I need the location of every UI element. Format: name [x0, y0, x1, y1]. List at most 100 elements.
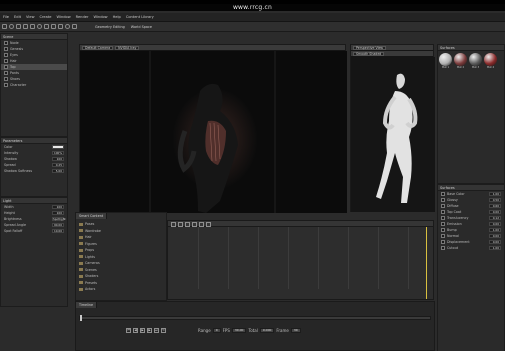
surface-properties-panel: Surfaces Base Color 1.00 Glossy 0.50 Diffuse…	[437, 184, 505, 351]
step-forward-icon[interactable]: ▶	[147, 328, 152, 333]
parameter-value[interactable]: 5.00	[52, 169, 64, 173]
expand-icon[interactable]	[441, 222, 445, 226]
material-swatch[interactable]: Mat 4	[484, 53, 497, 69]
fps-field[interactable]: 30.00	[231, 328, 247, 333]
range-field[interactable]: 0	[212, 328, 221, 333]
geometry-editing-label[interactable]: Geometry Editing	[93, 25, 127, 29]
surface-property-value[interactable]: 0.50	[489, 198, 501, 202]
surface-property-value[interactable]: 1.00	[489, 192, 501, 196]
total-field[interactable]: 0.000	[259, 328, 275, 333]
visibility-icon[interactable]	[4, 71, 8, 75]
material-swatch[interactable]: Mat 3	[469, 53, 482, 69]
frame-field[interactable]: 30	[290, 328, 301, 333]
surface-property-value[interactable]: 0.00	[489, 240, 501, 244]
menu-item[interactable]: File	[3, 15, 9, 19]
smart-content-tab[interactable]: Smart Content	[76, 213, 108, 219]
iray-tool-icon[interactable]	[58, 24, 63, 29]
draw-mode-select[interactable]: NVIDIA Iray	[115, 45, 140, 50]
shading-mode-select[interactable]: Smooth Shaded	[353, 51, 385, 56]
parameter-value[interactable]: 10.00	[52, 229, 64, 233]
step-back-icon[interactable]: ◀	[133, 328, 138, 333]
perspective-viewport[interactable]: Perspective View Smooth Shaded	[350, 44, 435, 212]
universal-tool-icon[interactable]	[2, 24, 7, 29]
visibility-icon[interactable]	[4, 47, 8, 51]
material-name: Mat 4	[486, 66, 495, 69]
visibility-icon[interactable]	[4, 53, 8, 57]
parameter-value[interactable]: 100	[52, 205, 64, 209]
surface-property-value[interactable]: 0.00	[489, 222, 501, 226]
expand-icon[interactable]	[441, 240, 445, 244]
scale-tool-icon[interactable]	[16, 24, 21, 29]
left-light-panel: Light Width 100 Height 100 Brightness Spotlig…	[0, 197, 68, 307]
menu-item[interactable]: Render	[76, 15, 89, 19]
pose-tool-icon[interactable]	[65, 24, 70, 29]
expand-icon[interactable]	[441, 246, 445, 250]
parameter-value[interactable]: 100%	[52, 151, 64, 155]
go-to-end-icon[interactable]: ⏭	[154, 328, 159, 333]
menu-item[interactable]: Help	[113, 15, 121, 19]
go-to-start-icon[interactable]: ⏮	[126, 328, 131, 333]
folder-icon	[79, 268, 83, 272]
menu-item[interactable]: Create	[40, 15, 52, 19]
expand-icon[interactable]	[441, 198, 445, 202]
content-item[interactable]: Actors	[76, 286, 166, 293]
world-space-label[interactable]: World Space	[129, 25, 154, 29]
scene-item-label: Node	[10, 41, 19, 45]
material-sphere-icon	[484, 53, 497, 66]
timeline-graph[interactable]	[167, 220, 434, 300]
expand-icon[interactable]	[441, 210, 445, 214]
morph-tool-icon[interactable]	[72, 24, 77, 29]
parameter-value[interactable]: 90.00	[52, 223, 64, 227]
folder-icon	[79, 248, 83, 252]
expand-icon[interactable]	[441, 234, 445, 238]
visibility-icon[interactable]	[4, 77, 8, 81]
parameter-label: Spread	[4, 163, 16, 167]
scene-item-label: Eyes	[10, 53, 18, 57]
material-swatch[interactable]: Mat 1	[439, 53, 452, 69]
visibility-icon[interactable]	[4, 83, 8, 87]
material-swatch[interactable]: Mat 2	[454, 53, 467, 69]
parameter-value[interactable]: 100	[52, 211, 64, 215]
parameter-value[interactable]: 100	[52, 157, 64, 161]
expand-icon[interactable]	[441, 192, 445, 196]
menu-bar: File Edit View Create Window Render Window Help…	[0, 13, 505, 22]
menu-item[interactable]: Edit	[14, 15, 21, 19]
folder-icon	[79, 229, 83, 233]
render-tool-icon[interactable]	[51, 24, 56, 29]
surface-property-value[interactable]: 1.00	[489, 246, 501, 250]
visibility-icon[interactable]	[4, 59, 8, 63]
expand-icon[interactable]	[441, 204, 445, 208]
parameter-value[interactable]	[52, 145, 64, 149]
perspective-camera-select[interactable]: Perspective View	[353, 45, 387, 50]
parameter-value[interactable]: Spotlight	[52, 217, 66, 221]
parameter-value[interactable]: 0.25	[52, 163, 64, 167]
timeline-tab[interactable]: Timeline	[76, 302, 98, 308]
expand-icon[interactable]	[441, 228, 445, 232]
surface-property-value[interactable]: 0.60	[489, 204, 501, 208]
joint-tool-icon[interactable]	[30, 24, 35, 29]
camera-select[interactable]: Default Camera	[82, 45, 114, 50]
material-sphere-icon	[454, 53, 467, 66]
surface-property-value[interactable]: 0.12	[489, 216, 501, 220]
menu-item[interactable]: View	[26, 15, 35, 19]
light-tool-icon[interactable]	[37, 24, 42, 29]
menu-item[interactable]: Content Library	[126, 15, 154, 19]
visibility-icon[interactable]	[4, 65, 8, 69]
folder-icon	[79, 235, 83, 239]
expand-icon[interactable]	[441, 216, 445, 220]
surface-property-value[interactable]: 1.00	[489, 228, 501, 232]
render-viewport[interactable]: Default Camera NVIDIA Iray	[79, 44, 347, 213]
play-icon[interactable]: ▶	[140, 328, 145, 333]
rotate-tool-icon[interactable]	[9, 24, 14, 29]
loop-icon[interactable]: ↻	[161, 328, 166, 333]
menu-item[interactable]: Window	[56, 15, 70, 19]
surface-property-value[interactable]: 0.00	[489, 210, 501, 214]
node-tool-icon[interactable]	[23, 24, 28, 29]
folder-icon	[79, 274, 83, 278]
timeline-scrubber[interactable]	[79, 315, 431, 321]
scene-item[interactable]: Character	[1, 82, 67, 88]
menu-item[interactable]: Window	[93, 15, 107, 19]
surface-property-value[interactable]: 0.00	[489, 234, 501, 238]
camera-tool-icon[interactable]	[44, 24, 49, 29]
visibility-icon[interactable]	[4, 41, 8, 45]
